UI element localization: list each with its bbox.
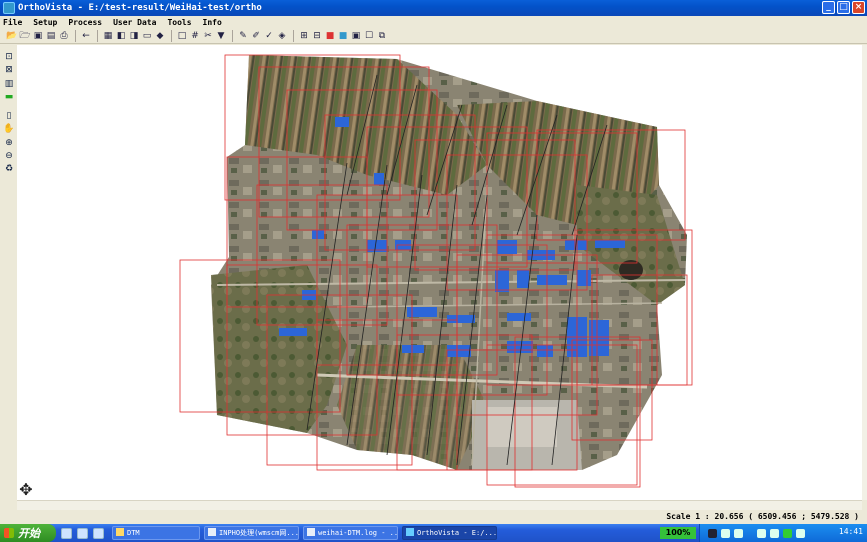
- horizontal-scrollbar[interactable]: [17, 500, 862, 510]
- orthomosaic-view: [179, 54, 693, 488]
- back-arrow-icon[interactable]: ←: [80, 30, 92, 42]
- tray-ime-icon[interactable]: [708, 528, 717, 538]
- pen-icon[interactable]: ✐: [250, 30, 262, 42]
- task-label: INPHO处理(wmscm网...: [219, 529, 299, 537]
- grid-icon[interactable]: #: [189, 30, 201, 42]
- windows-logo-icon: [4, 528, 14, 538]
- task-label: weihai-DTM.log - ...: [318, 529, 398, 537]
- system-tray: 100% 14:41: [660, 524, 867, 542]
- toolbar-separator: [171, 30, 172, 42]
- maximize-button[interactable]: □: [837, 1, 850, 14]
- layer2-icon[interactable]: ◨: [128, 30, 140, 42]
- tool-palette: ⊡ ⊠ ▥ ▬ ▯ ✋ ⊕ ⊖ ♻: [0, 45, 17, 500]
- save-all-icon[interactable]: ▤: [45, 30, 57, 42]
- scale-readout: Scale 1 : 20.656 ( 6509.456 ; 5479.528 ): [666, 512, 859, 521]
- trash-icon[interactable]: ♻: [3, 164, 15, 175]
- tray-volume-icon[interactable]: [770, 528, 779, 538]
- pan-hand-icon[interactable]: ✋: [3, 124, 15, 135]
- map-canvas[interactable]: [17, 45, 862, 500]
- task-dtm[interactable]: DTM: [112, 526, 200, 540]
- open-file-icon[interactable]: 🗁: [19, 30, 31, 42]
- cut-icon[interactable]: ✂: [202, 30, 214, 42]
- orthovista-icon: [406, 528, 414, 536]
- zoom-in-icon[interactable]: ⊕: [3, 138, 15, 149]
- task-label: OrthoVista - E:/...: [417, 529, 497, 537]
- toolbar-separator: [232, 30, 233, 42]
- pick-icon[interactable]: ✓: [263, 30, 275, 42]
- title-bar: OrthoVista - E:/test-result/WeiHai-test/…: [0, 0, 867, 16]
- task-label: DTM: [127, 529, 140, 537]
- layer-list-icon[interactable]: ▥: [3, 79, 15, 90]
- zoom-window-icon[interactable]: ⊠: [3, 65, 15, 76]
- menu-file[interactable]: File: [3, 18, 22, 27]
- layer-icon[interactable]: ◧: [115, 30, 127, 42]
- folder-icon: [116, 528, 124, 536]
- quicklaunch-ie-icon[interactable]: [61, 527, 72, 539]
- clock: 14:41: [838, 527, 863, 536]
- menu-info[interactable]: Info: [203, 18, 222, 27]
- fit-view-icon[interactable]: ⊡: [3, 52, 15, 63]
- select-rect-icon[interactable]: □: [176, 30, 188, 42]
- tray-help-icon[interactable]: [721, 528, 730, 538]
- frame-icon[interactable]: ▭: [141, 30, 153, 42]
- close-button[interactable]: ×: [852, 1, 865, 14]
- navigator-compass-icon[interactable]: ✥: [17, 481, 35, 499]
- edit-icon[interactable]: ✎: [237, 30, 249, 42]
- windows-taskbar: 开始 DTM INPHO处理(wmscm网... weihai-DTM.log …: [0, 524, 867, 542]
- notepad-icon: [307, 528, 315, 536]
- toolbar-separator: [293, 30, 294, 42]
- window-icon[interactable]: ☐: [363, 30, 375, 42]
- start-button[interactable]: 开始: [0, 524, 56, 542]
- toolbar-separator: [75, 30, 76, 42]
- mosaic-icon[interactable]: ▦: [102, 30, 114, 42]
- document-icon: [208, 528, 216, 536]
- window-title: OrthoVista - E:/test-result/WeiHai-test/…: [18, 3, 262, 13]
- quicklaunch-desktop-icon[interactable]: [93, 527, 104, 539]
- flag-icon[interactable]: ▬: [3, 92, 15, 103]
- zoom-out-icon[interactable]: ⊖: [3, 151, 15, 162]
- menu-setup[interactable]: Setup: [33, 18, 57, 27]
- task-orthovista[interactable]: OrthoVista - E:/...: [402, 526, 497, 540]
- multi-tile-icon[interactable]: ⊟: [311, 30, 323, 42]
- tray-app-icon[interactable]: [796, 528, 805, 538]
- blend-icon[interactable]: ■: [337, 30, 349, 42]
- page-icon[interactable]: ▯: [3, 111, 15, 122]
- minimize-button[interactable]: _: [822, 1, 835, 14]
- copy-icon[interactable]: ⧉: [376, 30, 388, 42]
- fill-icon[interactable]: ◈: [276, 30, 288, 42]
- status-bar: Scale 1 : 20.656 ( 6509.456 ; 5479.528 ): [0, 510, 867, 524]
- save-icon[interactable]: ▣: [32, 30, 44, 42]
- vertical-scrollbar[interactable]: [862, 45, 867, 500]
- tray-user-icon[interactable]: [734, 528, 743, 538]
- toolbar-separator: [97, 30, 98, 42]
- zoom-indicator[interactable]: 100%: [660, 527, 696, 539]
- orthovista-app-icon[interactable]: [3, 2, 15, 14]
- image-icon[interactable]: ▣: [350, 30, 362, 42]
- start-label: 开始: [18, 527, 40, 540]
- mosaic-image: [211, 55, 687, 470]
- diamond-icon[interactable]: ◆: [154, 30, 166, 42]
- tray-network-icon[interactable]: [757, 528, 766, 538]
- print-icon[interactable]: ⎙: [58, 30, 70, 42]
- main-toolbar: 📂 🗁 ▣ ▤ ⎙ ← ▦ ◧ ◨ ▭ ◆ □ # ✂ ▼ ✎ ✐ ✓ ◈ ⊞ …: [0, 29, 867, 44]
- quicklaunch-app-icon[interactable]: [77, 527, 88, 539]
- task-weihai-log[interactable]: weihai-DTM.log - ...: [303, 526, 398, 540]
- paint-icon[interactable]: ▼: [215, 30, 227, 42]
- menu-process[interactable]: Process: [68, 18, 102, 27]
- menu-user-data[interactable]: User Data: [113, 18, 156, 27]
- open-folder-icon[interactable]: 📂: [6, 30, 18, 42]
- task-inpho[interactable]: INPHO处理(wmscm网...: [204, 526, 299, 540]
- menu-tools[interactable]: Tools: [167, 18, 191, 27]
- window-controls: _ □ ×: [822, 1, 865, 14]
- color-icon[interactable]: ■: [324, 30, 336, 42]
- tray-shield-icon[interactable]: [783, 528, 792, 538]
- menu-bar: File Setup Process User Data Tools Info: [0, 16, 867, 29]
- tile-icon[interactable]: ⊞: [298, 30, 310, 42]
